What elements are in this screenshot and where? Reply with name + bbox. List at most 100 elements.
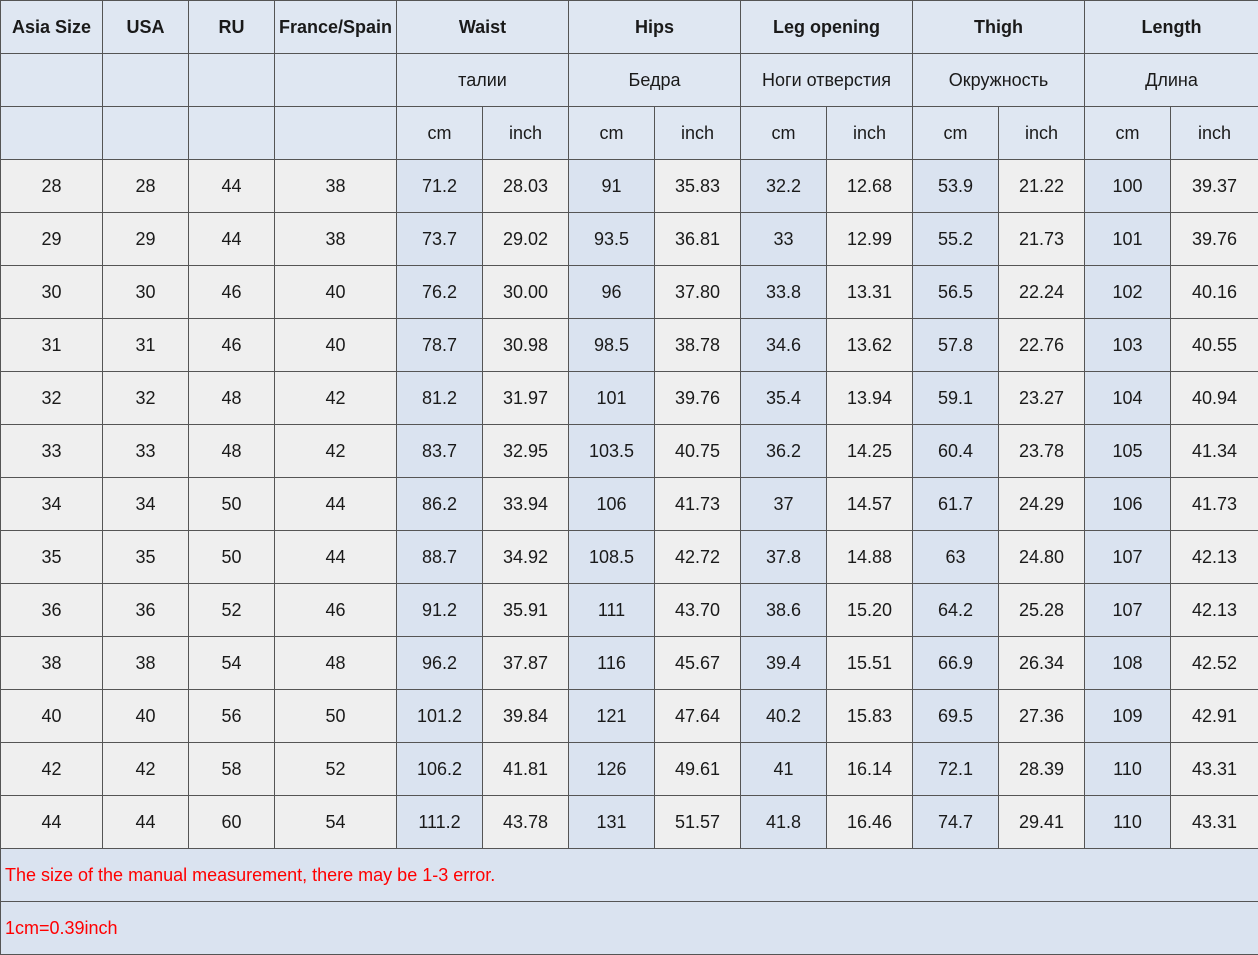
cell-usa: 38 (102, 636, 189, 690)
cell-ru: 50 (188, 477, 275, 531)
cell-asia-size: 36 (0, 583, 103, 637)
header-ru-blank (102, 53, 189, 107)
size-chart-table: Asia Size USA RU France/Spain Waist Hips… (0, 0, 1258, 955)
table-row: 33 33 48 42 83.7 32.95 103.5 40.75 36.2 14.25 60.4… (0, 424, 1258, 478)
cell-leg-opening-cm: 40.2 (740, 689, 828, 743)
unit-cell (274, 106, 397, 160)
cell-france-spain: 50 (274, 689, 397, 743)
cell-waist-cm: 96.2 (396, 636, 483, 690)
cell-waist-inch: 37.87 (482, 636, 569, 690)
cell-ru: 44 (188, 212, 275, 266)
table-row: 38 38 54 48 96.2 37.87 116 45.67 39.4 15.51 66.9 26… (0, 636, 1258, 690)
cell-leg-opening-cm: 36.2 (740, 424, 828, 478)
cell-leg-opening-inch: 13.62 (826, 318, 914, 372)
cell-hips-inch: 42.72 (653, 530, 742, 584)
cell-hips-cm: 96 (568, 265, 655, 319)
table-row: 29 29 44 38 73.7 29.02 93.5 36.81 33 12.99 55.2 21.… (0, 212, 1258, 266)
cell-waist-inch: 41.81 (482, 742, 569, 796)
cell-leg-opening-cm: 41.8 (740, 795, 828, 849)
cell-length-cm: 107 (1084, 530, 1172, 584)
cell-france-spain: 46 (274, 583, 397, 637)
cell-length-cm: 109 (1084, 689, 1172, 743)
cell-hips-inch: 51.57 (653, 795, 742, 849)
cell-hips-cm: 108.5 (568, 530, 655, 584)
header-row-ru: талии Бедра Ноги отверстия Окружность Дл… (0, 53, 1258, 107)
cell-length-inch: 41.73 (1170, 477, 1258, 531)
cell-length-cm: 108 (1084, 636, 1172, 690)
cell-length-inch: 42.52 (1170, 636, 1258, 690)
cell-france-spain: 48 (274, 636, 397, 690)
cell-leg-opening-inch: 16.46 (826, 795, 914, 849)
cell-ru: 58 (188, 742, 275, 796)
cell-waist-inch: 29.02 (482, 212, 569, 266)
cell-length-inch: 42.13 (1170, 583, 1258, 637)
header-ru: RU (188, 0, 275, 54)
cell-thigh-inch: 21.73 (998, 212, 1086, 266)
cell-france-spain: 38 (274, 159, 397, 213)
cell-leg-opening-inch: 13.31 (826, 265, 914, 319)
cell-leg-opening-inch: 15.51 (826, 636, 914, 690)
cell-usa: 30 (102, 265, 189, 319)
cell-thigh-cm: 69.5 (912, 689, 1000, 743)
header-ru-length: Длина (1084, 53, 1258, 107)
cell-ru: 54 (188, 636, 275, 690)
cell-usa: 32 (102, 371, 189, 425)
table-row: 28 28 44 38 71.2 28.03 91 35.83 32.2 12.68 53.9 21.… (0, 159, 1258, 213)
cell-usa: 42 (102, 742, 189, 796)
cell-thigh-inch: 21.22 (998, 159, 1086, 213)
cell-length-inch: 40.94 (1170, 371, 1258, 425)
cell-thigh-cm: 57.8 (912, 318, 1000, 372)
header-ru-blank (0, 53, 103, 107)
cell-leg-opening-cm: 35.4 (740, 371, 828, 425)
cell-asia-size: 29 (0, 212, 103, 266)
cell-length-inch: 43.31 (1170, 795, 1258, 849)
cell-thigh-cm: 63 (912, 530, 1000, 584)
cell-waist-cm: 76.2 (396, 265, 483, 319)
cell-leg-opening-cm: 41 (740, 742, 828, 796)
cell-waist-cm: 86.2 (396, 477, 483, 531)
cell-usa: 29 (102, 212, 189, 266)
cell-france-spain: 38 (274, 212, 397, 266)
cell-usa: 35 (102, 530, 189, 584)
cell-leg-opening-cm: 33.8 (740, 265, 828, 319)
cell-leg-opening-inch: 14.88 (826, 530, 914, 584)
header-waist: Waist (396, 0, 569, 54)
cell-thigh-inch: 24.80 (998, 530, 1086, 584)
cell-leg-opening-inch: 12.99 (826, 212, 914, 266)
cell-usa: 31 (102, 318, 189, 372)
cell-leg-opening-cm: 37 (740, 477, 828, 531)
cell-waist-inch: 33.94 (482, 477, 569, 531)
cell-thigh-inch: 29.41 (998, 795, 1086, 849)
cell-asia-size: 38 (0, 636, 103, 690)
cell-leg-opening-inch: 15.83 (826, 689, 914, 743)
cell-leg-opening-cm: 39.4 (740, 636, 828, 690)
cell-waist-cm: 101.2 (396, 689, 483, 743)
cell-ru: 50 (188, 530, 275, 584)
cell-hips-cm: 131 (568, 795, 655, 849)
cell-length-cm: 101 (1084, 212, 1172, 266)
cell-hips-cm: 111 (568, 583, 655, 637)
header-ru-waist: талии (396, 53, 569, 107)
measurement-error-note: The size of the manual measurement, ther… (0, 848, 1258, 902)
cell-asia-size: 32 (0, 371, 103, 425)
cell-ru: 56 (188, 689, 275, 743)
header-leg-opening: Leg opening (740, 0, 914, 54)
cell-waist-inch: 32.95 (482, 424, 569, 478)
cell-length-inch: 43.31 (1170, 742, 1258, 796)
table-row: 35 35 50 44 88.7 34.92 108.5 42.72 37.8 14.88 63 24… (0, 530, 1258, 584)
cell-waist-inch: 28.03 (482, 159, 569, 213)
unit-inch: inch (653, 106, 742, 160)
cell-length-cm: 103 (1084, 318, 1172, 372)
cell-thigh-cm: 72.1 (912, 742, 1000, 796)
cell-ru: 48 (188, 424, 275, 478)
cell-waist-cm: 83.7 (396, 424, 483, 478)
cell-asia-size: 34 (0, 477, 103, 531)
table-row: 36 36 52 46 91.2 35.91 111 43.70 38.6 15.20 64.2 25… (0, 583, 1258, 637)
cell-waist-inch: 30.00 (482, 265, 569, 319)
unit-inch: inch (826, 106, 914, 160)
cell-asia-size: 33 (0, 424, 103, 478)
cell-length-inch: 39.37 (1170, 159, 1258, 213)
header-ru-hips: Бедра (567, 53, 742, 107)
cell-length-cm: 110 (1084, 795, 1172, 849)
cell-thigh-inch: 27.36 (998, 689, 1086, 743)
